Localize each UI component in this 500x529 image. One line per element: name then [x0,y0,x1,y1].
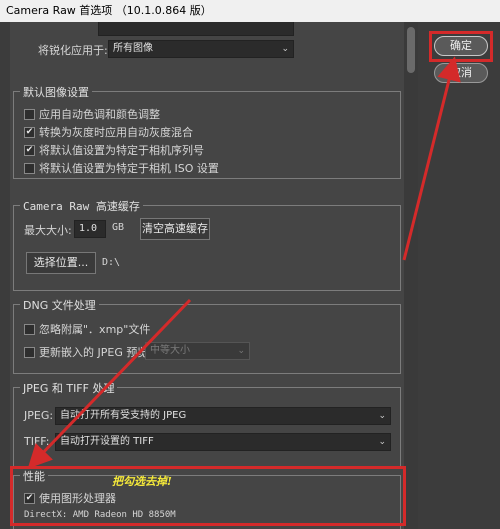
cache-size-input[interactable]: 1.0 [74,220,106,238]
checkbox-camera-iso[interactable] [24,162,35,174]
cutoff-top-select [98,22,294,36]
camera-serial-option[interactable]: ✔ 将默认值设置为特定于相机序列号 [24,142,204,158]
cache-legend: Camera Raw 高速缓存 [20,198,143,214]
cancel-button[interactable]: 取消 [434,63,488,83]
auto-tone-option[interactable]: 应用自动色调和颜色调整 [24,106,160,122]
camera-iso-label: 将默认值设置为特定于相机 ISO 设置 [39,162,219,175]
checkbox-camera-serial[interactable]: ✔ [24,144,35,156]
checkbox-ignore-sidecar[interactable] [24,323,35,335]
cache-location-value: D:\ [102,257,121,268]
camera-serial-label: 将默认值设置为特定于相机序列号 [39,144,204,157]
select-location-button[interactable]: 选择位置... [26,252,96,274]
ignore-sidecar-option[interactable]: 忽略附属"．xmp"文件 [24,321,150,337]
dng-legend: DNG 文件处理 [20,297,99,313]
tiff-label: TIFF: [24,435,50,448]
default-settings-group: 默认图像设置 应用自动色调和颜色调整 ✔ 转换为灰度时应用自动灰度混合 ✔ 将默… [13,84,401,179]
vertical-scrollbar[interactable] [404,22,418,529]
scrollbar-thumb[interactable] [407,27,415,73]
window-title: Camera Raw 首选项 （10.1.0.864 版） [0,0,500,22]
update-preview-option[interactable]: 更新嵌入的 JPEG 预览: [24,344,152,360]
jpeg-label: JPEG: [24,409,54,422]
chevron-down-icon: ⌄ [237,346,245,356]
auto-grayscale-option[interactable]: ✔ 转换为灰度时应用自动灰度混合 [24,124,193,140]
checkbox-update-preview[interactable] [24,346,35,358]
preferences-pane: 将锐化应用于: 所有图像 ⌄ 默认图像设置 应用自动色调和颜色调整 ✔ 转换为灰… [10,22,410,529]
performance-highlight-box [10,466,406,526]
update-preview-label: 更新嵌入的 JPEG 预览: [39,346,153,359]
sharpen-value: 所有图像 [113,43,153,54]
camera-iso-option[interactable]: 将默认值设置为特定于相机 ISO 设置 [24,160,219,176]
preview-size-value: 中等大小 [150,345,190,356]
cache-group: Camera Raw 高速缓存 最大大小: 1.0 GB 清空高速缓存 选择位置… [13,198,401,291]
checkbox-auto-grayscale[interactable]: ✔ [24,126,35,138]
cache-unit-label: GB [112,222,125,233]
sharpen-label: 将锐化应用于: [38,44,108,57]
auto-grayscale-label: 转换为灰度时应用自动灰度混合 [39,126,193,139]
sharpen-select[interactable]: 所有图像 ⌄ [108,40,294,58]
jpeg-tiff-group: JPEG 和 TIFF 处理 JPEG: 自动打开所有受支持的 JPEG ⌄ T… [13,380,401,467]
purge-cache-button[interactable]: 清空高速缓存 [140,218,210,240]
checkbox-auto-tone[interactable] [24,108,35,120]
annotation-text: 把勾选去掉! [112,475,172,488]
chevron-down-icon: ⌄ [281,44,289,54]
dng-group: DNG 文件处理 忽略附属"．xmp"文件 更新嵌入的 JPEG 预览: 中等大… [13,297,401,374]
jpeg-value: 自动打开所有受支持的 JPEG [60,410,187,421]
jpeg-tiff-legend: JPEG 和 TIFF 处理 [20,380,118,396]
default-settings-legend: 默认图像设置 [20,84,92,100]
tiff-select[interactable]: 自动打开设置的 TIFF ⌄ [55,433,391,451]
chevron-down-icon: ⌄ [378,411,386,421]
chevron-down-icon: ⌄ [378,437,386,447]
jpeg-select[interactable]: 自动打开所有受支持的 JPEG ⌄ [55,407,391,425]
ok-highlight-box [429,31,493,62]
ignore-sidecar-label: 忽略附属"．xmp"文件 [39,323,151,336]
auto-tone-label: 应用自动色调和颜色调整 [39,108,160,121]
preview-size-select: 中等大小 ⌄ [145,342,250,360]
tiff-value: 自动打开设置的 TIFF [60,436,154,447]
cache-max-size-label: 最大大小: [24,224,72,237]
